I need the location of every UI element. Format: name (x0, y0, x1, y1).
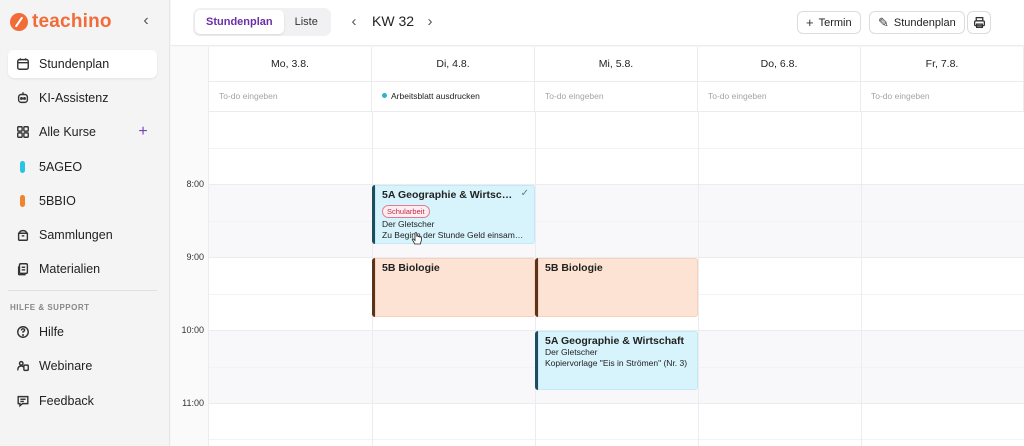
event-note: Zu Beginn der Stunde Geld einsammeln (382, 230, 529, 240)
hour-label: 9:00 (186, 252, 204, 262)
chevron-right-icon: › (427, 13, 433, 30)
plus-icon: + (138, 123, 148, 140)
day-header-wednesday[interactable]: Mi, 5.8. (535, 47, 698, 82)
edit-timetable-button[interactable]: ✎ Stundenplan (869, 11, 965, 34)
archive-icon (16, 228, 30, 242)
event-topic: Der Gletscher (382, 219, 435, 229)
edit-timetable-label: Stundenplan (893, 16, 956, 29)
todo-text: Arbeitsblatt ausdrucken (391, 91, 480, 101)
sidebar-item-ki-assistenz[interactable]: KI-Assistenz (8, 84, 157, 112)
sidebar-divider (8, 290, 157, 291)
sidebar-item-alle-kurse[interactable]: Alle Kurse + (8, 118, 157, 146)
sidebar-item-label: Webinare (39, 359, 93, 373)
top-bar: Stundenplan Liste ‹ KW 32 › + Termin ✎ S… (171, 0, 1024, 46)
sidebar-item-label: 5BBIO (39, 194, 76, 208)
chevron-left-icon: ‹ (143, 12, 149, 29)
printer-icon (973, 16, 985, 29)
event-title: 5A Geographie & Wirtschaft (382, 189, 521, 201)
chevron-left-icon: ‹ (351, 13, 357, 30)
todo-input-thursday[interactable]: To-do eingeben (698, 82, 861, 112)
brand-logo[interactable]: teachino (10, 10, 112, 34)
todo-dot-icon (382, 93, 387, 98)
sidebar-item-stundenplan[interactable]: Stundenplan (8, 50, 157, 78)
sidebar-item-label: Stundenplan (39, 57, 110, 71)
grid-line (209, 148, 1024, 149)
webinar-icon (16, 359, 30, 373)
hour-label: 10:00 (181, 325, 204, 335)
sidebar-item-label: Materialien (39, 262, 101, 276)
sidebar-item-hilfe[interactable]: Hilfe (8, 318, 157, 346)
plus-icon: + (806, 15, 814, 30)
exam-badge: Schularbeit (382, 205, 430, 218)
tab-stundenplan[interactable]: Stundenplan (195, 10, 284, 34)
print-button[interactable] (967, 11, 991, 34)
hour-label: 11:00 (182, 398, 204, 408)
collapse-sidebar-button[interactable]: ‹ (138, 12, 154, 30)
event-biology-wednesday[interactable]: 5B Biologie (535, 258, 698, 317)
brand-name: teachino (32, 11, 112, 32)
todo-input-friday[interactable]: To-do eingeben (861, 82, 1024, 112)
sidebar-item-label: 5AGEO (39, 160, 83, 174)
column-line (861, 112, 862, 446)
sidebar-item-sammlungen[interactable]: Sammlungen (8, 221, 157, 249)
event-note: Kopiervorlage "Eis in Strömen" (Nr. 3) (545, 358, 688, 368)
grid-line (209, 221, 1024, 222)
sidebar: teachino ‹ Stundenplan KI-Assistenz Alle… (0, 0, 170, 446)
calendar-icon (16, 57, 30, 71)
event-biology-tuesday[interactable]: 5B Biologie (372, 258, 535, 317)
hand-cursor-icon (411, 232, 422, 245)
day-header-thursday[interactable]: Do, 6.8. (698, 47, 861, 82)
column-line (698, 112, 699, 446)
event-geography-tuesday[interactable]: 5A Geographie & Wirtschaft ✓ Schularbeit… (372, 185, 535, 244)
feedback-icon (16, 394, 30, 408)
grid-icon (16, 125, 30, 139)
check-icon[interactable]: ✓ (521, 188, 529, 199)
pencil-icon: ✎ (878, 14, 889, 30)
event-title: 5A Geographie & Wirtschaft (545, 335, 684, 347)
week-label: KW 32 (372, 13, 415, 29)
event-title: 5B Biologie (545, 262, 603, 274)
hour-label: 8:00 (186, 179, 204, 189)
sidebar-item-materialien[interactable]: Materialien (8, 255, 157, 283)
previous-week-button[interactable]: ‹ (347, 12, 361, 32)
todo-input-wednesday[interactable]: To-do eingeben (535, 82, 698, 112)
course-color-icon (20, 195, 25, 207)
teachino-logo-icon (10, 13, 28, 31)
event-topic: Der Gletscher (545, 347, 598, 357)
next-week-button[interactable]: › (423, 12, 437, 32)
new-event-label: Termin (818, 16, 852, 29)
event-geography-wednesday[interactable]: 5A Geographie & Wirtschaft Der Gletscher… (535, 331, 698, 390)
tab-liste[interactable]: Liste (284, 10, 329, 34)
grid-line (209, 403, 1024, 404)
robot-icon (16, 91, 30, 105)
todo-input-monday[interactable]: To-do eingeben (209, 82, 372, 112)
new-event-button[interactable]: + Termin (797, 11, 861, 34)
week-calendar: Mo, 3.8. Di, 4.8. Mi, 5.8. Do, 6.8. Fr, … (171, 47, 1024, 446)
day-header-monday[interactable]: Mo, 3.8. (209, 47, 372, 82)
sidebar-item-label: Sammlungen (39, 228, 113, 242)
day-header-friday[interactable]: Fr, 7.8. (861, 47, 1024, 82)
todo-item-tuesday[interactable]: Arbeitsblatt ausdrucken (372, 82, 535, 112)
time-gutter (171, 47, 209, 446)
sidebar-item-label: Feedback (39, 394, 94, 408)
sidebar-item-label: Hilfe (39, 325, 65, 339)
sidebar-item-feedback[interactable]: Feedback (8, 387, 157, 415)
documents-icon (16, 262, 30, 276)
sidebar-item-label: Alle Kurse (39, 125, 96, 139)
grid-line (209, 184, 1024, 185)
sidebar-item-5ageo[interactable]: 5AGEO (8, 153, 157, 181)
sidebar-item-label: KI-Assistenz (39, 91, 109, 105)
sidebar-item-5bbio[interactable]: 5BBIO (8, 187, 157, 215)
support-section-title: HILFE & SUPPORT (10, 303, 90, 312)
day-header-tuesday[interactable]: Di, 4.8. (372, 47, 535, 82)
help-icon (16, 325, 30, 339)
sidebar-item-webinare[interactable]: Webinare (8, 352, 157, 380)
course-color-icon (20, 161, 25, 173)
grid-line (209, 439, 1024, 440)
view-switcher: Stundenplan Liste (193, 8, 331, 36)
add-course-button[interactable]: + (133, 122, 153, 142)
event-title: 5B Biologie (382, 262, 440, 274)
